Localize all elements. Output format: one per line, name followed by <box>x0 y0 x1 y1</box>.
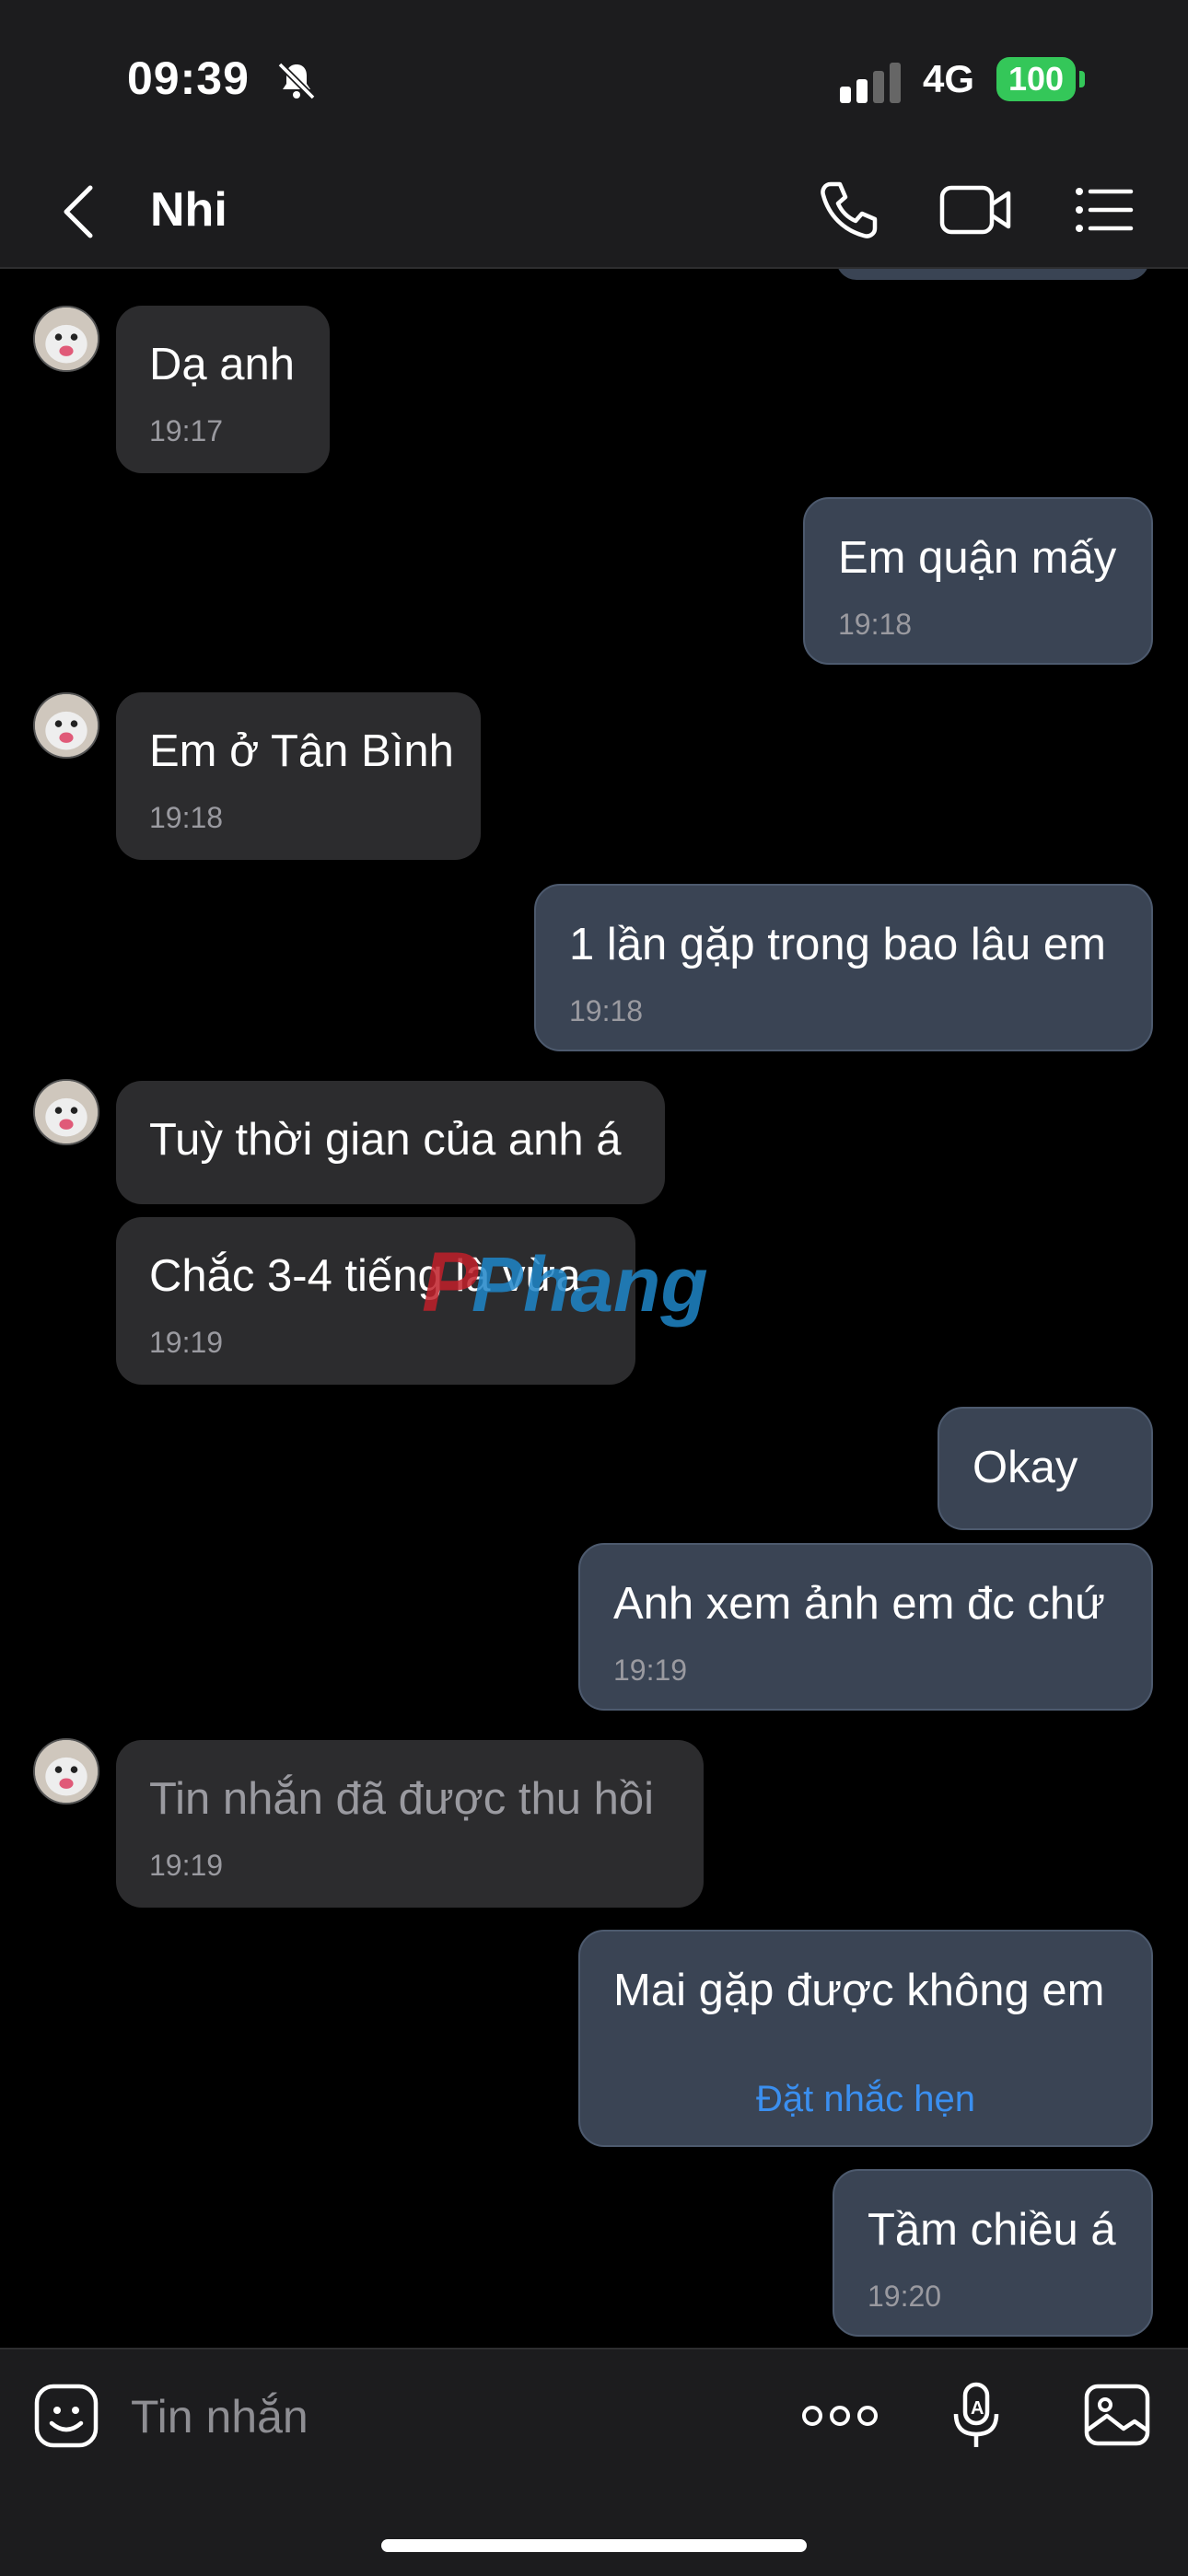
network-type: 4G <box>923 57 975 100</box>
message-text: Okay <box>973 1443 1078 1492</box>
message-text: Em quận mấy <box>838 533 1117 583</box>
message-time: 19:19 <box>149 1849 224 1882</box>
message-bubble[interactable]: Em ở Tân Bình 19:18 <box>116 692 481 860</box>
video-call-icon[interactable] <box>939 182 1013 238</box>
message-time: 19:19 <box>149 1326 224 1359</box>
chat-header: Nhi <box>0 157 1188 269</box>
phone-call-icon[interactable] <box>818 179 880 241</box>
message-text: Em ở Tân Bình <box>149 726 454 776</box>
avatar[interactable] <box>33 692 99 759</box>
contact-name[interactable]: Nhi <box>150 182 227 238</box>
status-bar: 09:39 4G 100 <box>0 0 1188 157</box>
battery-indicator: 100 <box>996 57 1076 101</box>
avatar[interactable] <box>33 1738 99 1804</box>
message-bubble[interactable]: Okay <box>938 1407 1153 1530</box>
dog-avatar-icon <box>35 694 98 757</box>
message-time: 19:18 <box>569 994 644 1027</box>
battery-cap <box>1079 71 1085 87</box>
more-options-icon[interactable] <box>801 2403 879 2429</box>
home-indicator[interactable] <box>381 2539 807 2552</box>
message-bubble[interactable]: Tuỳ thời gian của anh á <box>116 1081 665 1204</box>
message-text: Tuỳ thời gian của anh á <box>149 1115 622 1165</box>
watermark-logo: P Phang <box>422 1236 708 1329</box>
dog-avatar-icon <box>35 1081 98 1143</box>
message-input[interactable]: Tin nhắn <box>131 2390 309 2443</box>
message-bubble[interactable]: Em quận mấy 19:18 <box>803 497 1153 665</box>
image-gallery-icon[interactable] <box>1083 2383 1151 2447</box>
avatar[interactable] <box>33 306 99 372</box>
svg-text:P: P <box>422 1236 479 1329</box>
message-bubble[interactable]: Tầm chiều á 19:20 <box>833 2169 1153 2337</box>
message-time: 19:17 <box>149 414 224 447</box>
bell-muted-icon <box>277 62 316 100</box>
status-time: 09:39 <box>127 52 250 104</box>
message-time: 19:18 <box>149 801 224 834</box>
message-bubble[interactable]: Dạ anh 19:17 <box>116 306 330 473</box>
menu-list-icon[interactable] <box>1074 184 1135 236</box>
message-text: Mai gặp được không em <box>613 1966 1105 2015</box>
avatar[interactable] <box>33 1079 99 1145</box>
dog-avatar-icon <box>35 307 98 370</box>
signal-icon <box>840 63 901 103</box>
svg-text:A: A <box>971 2398 984 2419</box>
message-bubble[interactable]: 1 lần gặp trong bao lâu em 19:18 <box>534 884 1153 1051</box>
recalled-message-bubble[interactable]: Tin nhắn đã được thu hồi 19:19 <box>116 1740 704 1908</box>
message-bubble[interactable]: Mai gặp được không em Đặt nhắc hẹn <box>578 1930 1153 2147</box>
watermark-text: Phang <box>472 1241 708 1328</box>
message-time: 19:18 <box>838 608 913 641</box>
message-text: Anh xem ảnh em đc chứ <box>613 1579 1105 1629</box>
message-bubble[interactable]: Anh xem ảnh em đc chứ 19:19 <box>578 1543 1153 1711</box>
voice-to-text-mic-icon[interactable]: A <box>949 2381 1004 2451</box>
back-arrow-icon[interactable] <box>57 182 103 241</box>
message-text: Tin nhắn đã được thu hồi <box>149 1774 655 1824</box>
message-text: 1 lần gặp trong bao lâu em <box>569 920 1106 969</box>
message-time: 19:20 <box>868 2280 942 2313</box>
message-time: 19:19 <box>613 1654 688 1687</box>
message-text: Dạ anh <box>149 340 296 389</box>
set-reminder-link[interactable]: Đặt nhắc hẹn <box>580 2079 1151 2120</box>
dog-avatar-icon <box>35 1740 98 1803</box>
sticker-emoji-icon[interactable] <box>33 2383 99 2449</box>
message-text: Tầm chiều á <box>868 2205 1116 2255</box>
